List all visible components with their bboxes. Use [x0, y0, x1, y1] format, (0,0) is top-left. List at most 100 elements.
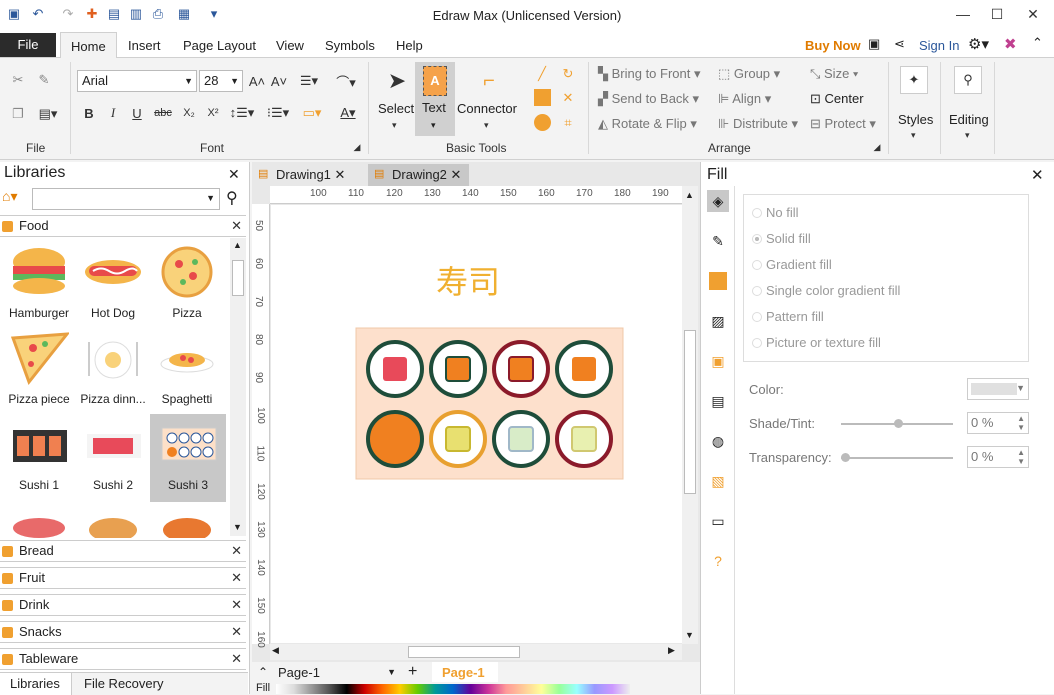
- canvas-scroll-right-icon[interactable]: ▶: [668, 645, 675, 656]
- line-shape-icon[interactable]: ╱: [532, 64, 552, 84]
- comment-icon[interactable]: ▭: [707, 510, 729, 532]
- text-tool-button[interactable]: A Text ▾: [415, 62, 455, 136]
- rotate-flip-button[interactable]: ◭ Rotate & Flip ▾: [598, 116, 697, 132]
- copy-icon[interactable]: ❐: [8, 104, 28, 124]
- strikethrough-icon[interactable]: abc: [152, 104, 174, 122]
- library-search-icon[interactable]: ⚲: [226, 188, 238, 208]
- tab-help[interactable]: Help: [396, 38, 423, 53]
- shape-hamburger[interactable]: Hamburger: [2, 244, 76, 328]
- canvas-scroll-thumb[interactable]: [684, 330, 696, 494]
- styles-icon[interactable]: ✦: [900, 66, 928, 94]
- cross-shape-icon[interactable]: ✕: [558, 88, 578, 108]
- bread-close-icon[interactable]: ✕: [231, 541, 242, 561]
- fill-bucket-icon[interactable]: ◈: [707, 190, 729, 212]
- shape-chicken-partial[interactable]: [76, 510, 150, 538]
- globe-icon[interactable]: ◍: [707, 430, 729, 452]
- shape-sushi-3-selected[interactable]: Sushi 3: [150, 414, 226, 502]
- shape-meat-partial[interactable]: [2, 510, 76, 538]
- fill-option-solid-fill[interactable]: Solid fill: [752, 231, 811, 246]
- library-scroll-thumb[interactable]: [232, 260, 244, 296]
- library-section-snacks[interactable]: Snacks ✕: [0, 621, 246, 643]
- arrange-dialog-launcher-icon[interactable]: ◢: [872, 142, 882, 152]
- sushi-3-diagram[interactable]: [355, 327, 625, 481]
- subscript-icon[interactable]: X₂: [180, 104, 198, 122]
- select-chevron-icon[interactable]: ▾: [392, 120, 397, 131]
- fill-option-picture-texture[interactable]: Picture or texture fill: [752, 335, 881, 350]
- libraries-close-icon[interactable]: ✕: [228, 166, 240, 183]
- page-select[interactable]: Page-1 ▼: [278, 665, 398, 683]
- shape-style-icon[interactable]: [707, 270, 729, 292]
- shade-tint-slider-thumb[interactable]: [894, 419, 903, 428]
- tab-drawing2[interactable]: ▤ Drawing2 ✕: [368, 164, 470, 186]
- library-section-fruit[interactable]: Fruit ✕: [0, 567, 246, 589]
- shape-bread-partial[interactable]: [150, 510, 224, 538]
- sushi-heading[interactable]: 寿司: [436, 257, 500, 303]
- canvas-scroll-up-icon[interactable]: ▲: [685, 190, 694, 200]
- snacks-close-icon[interactable]: ✕: [231, 622, 242, 642]
- highlight-icon[interactable]: ▭▾: [298, 104, 326, 122]
- drink-close-icon[interactable]: ✕: [231, 595, 242, 615]
- sign-in-link[interactable]: Sign In: [919, 38, 959, 53]
- apps-icon[interactable]: ✖: [1004, 35, 1017, 53]
- attachment-icon[interactable]: ▧: [707, 470, 729, 492]
- library-home-icon[interactable]: ⌂▾: [2, 188, 30, 208]
- size-button[interactable]: ⤡ Size ▾: [810, 66, 858, 82]
- line-style-icon[interactable]: ✎: [707, 230, 729, 252]
- align-button[interactable]: ⊫ Align ▾: [718, 91, 771, 107]
- bold-icon[interactable]: B: [80, 104, 98, 122]
- grow-font-icon[interactable]: A˄: [248, 72, 266, 90]
- add-page-icon[interactable]: +: [408, 663, 417, 681]
- protect-button[interactable]: ⊟ Protect ▾: [810, 116, 876, 132]
- connector-icon[interactable]: ⌐: [474, 66, 504, 96]
- shrink-font-icon[interactable]: A˅: [270, 72, 288, 90]
- group-button[interactable]: ⬚ Group ▾: [718, 66, 780, 82]
- shape-pizza[interactable]: Pizza: [150, 244, 224, 328]
- editing-button[interactable]: Editing: [949, 112, 989, 127]
- superscript-icon[interactable]: X²: [204, 104, 222, 122]
- tab-file-recovery[interactable]: File Recovery: [84, 676, 163, 691]
- select-tool-label[interactable]: Select: [378, 101, 414, 116]
- canvas-scroll-down-icon[interactable]: ▼: [685, 630, 694, 640]
- help-icon[interactable]: ?: [707, 550, 729, 572]
- tab-view[interactable]: View: [276, 38, 304, 53]
- library-scrollbar[interactable]: ▲ ▼: [230, 238, 246, 536]
- ellipse-shape-icon[interactable]: [534, 114, 551, 131]
- canvas-hscroll-thumb[interactable]: [408, 646, 520, 658]
- line-spacing-icon[interactable]: ↕☰▾: [228, 104, 256, 122]
- distribute-button[interactable]: ⊪ Distribute ▾: [718, 116, 798, 132]
- align-text-icon[interactable]: ☰▾: [296, 72, 322, 90]
- ribbon-collapse-icon[interactable]: ⌃: [1032, 35, 1043, 51]
- transparency-stepper[interactable]: 0 % ▲ ▼: [967, 446, 1029, 468]
- tab-libraries[interactable]: Libraries: [0, 673, 72, 695]
- library-section-bread[interactable]: Bread ✕: [0, 540, 246, 562]
- send-to-back-button[interactable]: ▞ Send to Back ▾: [598, 91, 699, 107]
- color-picker[interactable]: ▼: [967, 378, 1029, 400]
- fill-option-no-fill[interactable]: No fill: [752, 205, 799, 220]
- library-section-tableware[interactable]: Tableware ✕: [0, 648, 246, 670]
- page-bar-collapse-icon[interactable]: ⌃: [258, 665, 268, 679]
- fill-option-gradient-fill[interactable]: Gradient fill: [752, 257, 832, 272]
- drawing-page[interactable]: 寿司: [271, 205, 682, 643]
- bring-to-front-button[interactable]: ▚ Bring to Front ▾: [598, 66, 701, 82]
- share-icon[interactable]: ⋖: [894, 36, 905, 52]
- library-search-input[interactable]: ▼: [32, 188, 220, 210]
- image-icon[interactable]: ▨: [707, 310, 729, 332]
- fill-panel-close-icon[interactable]: ✕: [1031, 166, 1044, 184]
- connector-tool-label[interactable]: Connector: [457, 101, 517, 116]
- minimize-icon[interactable]: —: [946, 2, 980, 26]
- canvas-scroll-left-icon[interactable]: ◀: [272, 645, 279, 656]
- editing-chevron-icon[interactable]: ▾: [965, 130, 970, 141]
- styles-button[interactable]: Styles: [898, 112, 933, 127]
- tab-drawing1[interactable]: ▤ Drawing1 ✕: [252, 164, 353, 186]
- shape-sushi-2[interactable]: Sushi 2: [76, 416, 150, 500]
- styles-chevron-icon[interactable]: ▾: [911, 130, 916, 141]
- transparency-slider[interactable]: [841, 457, 953, 459]
- active-page-tab[interactable]: Page-1: [432, 662, 498, 682]
- paste-icon[interactable]: ▤▾: [34, 104, 62, 124]
- page-document-icon[interactable]: ▤: [707, 390, 729, 412]
- italic-icon[interactable]: I: [104, 104, 122, 122]
- canvas-horizontal-scrollbar[interactable]: ◀ ▶: [270, 644, 682, 660]
- drawing1-close-icon[interactable]: ✕: [335, 167, 346, 182]
- underline-icon[interactable]: U: [128, 104, 146, 122]
- color-palette-strip[interactable]: [276, 684, 630, 694]
